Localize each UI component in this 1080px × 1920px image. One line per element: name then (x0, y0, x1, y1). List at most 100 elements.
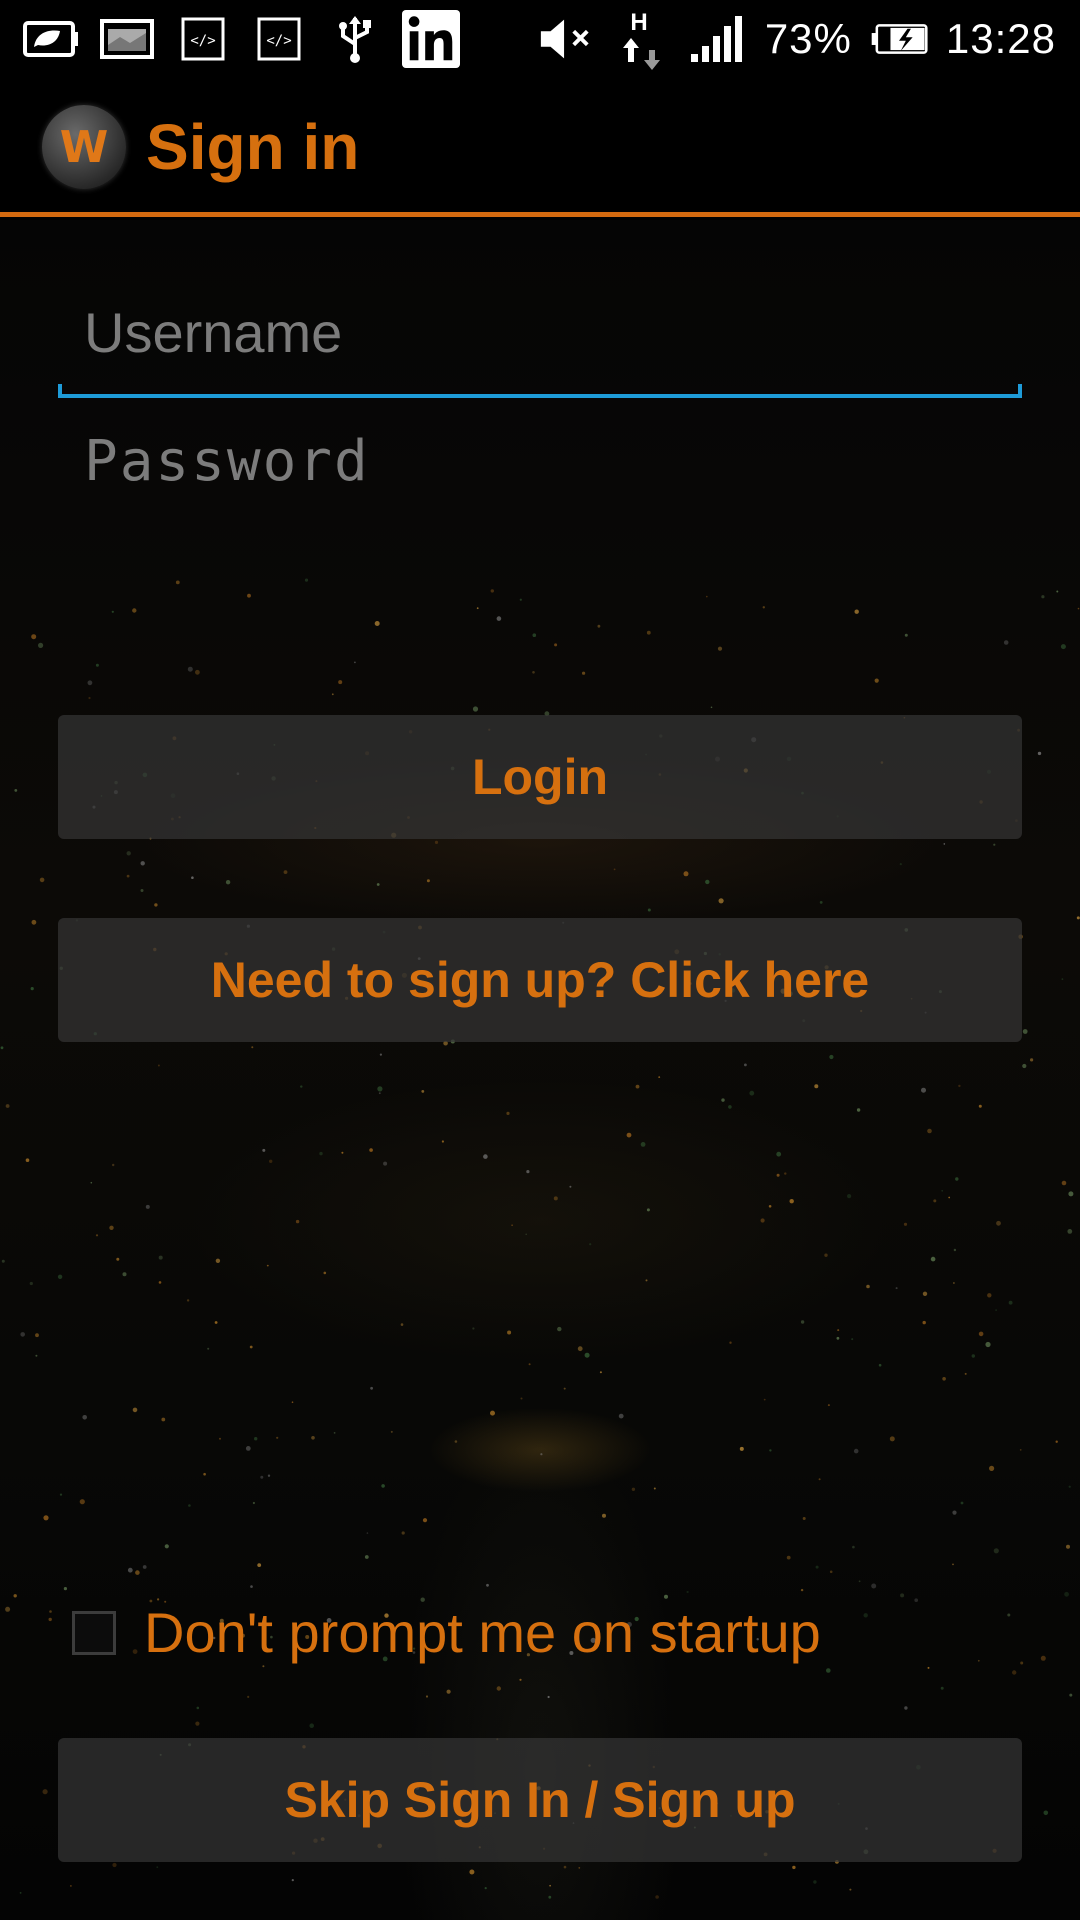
city-light-dot (1040, 1655, 1046, 1661)
city-light-dot (319, 1151, 323, 1156)
city-light-dot (175, 580, 180, 585)
city-light-dot (95, 1234, 99, 1237)
dont-prompt-row[interactable]: Don't prompt me on startup (72, 1600, 821, 1665)
city-light-dot (507, 1330, 512, 1335)
city-light-dot (852, 1545, 855, 1549)
city-light-dot (921, 1087, 926, 1093)
city-light-dot (116, 1257, 120, 1261)
city-light-dot (792, 1865, 796, 1870)
city-light-dot (196, 1706, 200, 1710)
city-light-dot (827, 1404, 830, 1407)
city-light-dot (930, 1256, 936, 1262)
city-light-dot (577, 1346, 583, 1352)
city-light-dot (90, 1181, 93, 1184)
city-light-dot (729, 1341, 732, 1344)
city-light-dot (993, 843, 996, 846)
city-light-dot (132, 1407, 138, 1413)
network-type-label: H (630, 9, 647, 36)
city-light-dot (540, 1453, 543, 1456)
city-light-dot (664, 1594, 668, 1599)
city-light-dot (1030, 1058, 1034, 1062)
city-light-dot (1056, 590, 1059, 593)
city-light-dot (496, 1686, 501, 1691)
app-logo: W (42, 105, 126, 189)
city-light-dot (647, 908, 651, 912)
city-light-dot (122, 1272, 127, 1277)
skip-signin-button[interactable]: Skip Sign In / Sign up (58, 1738, 1022, 1862)
city-light-dot (853, 1448, 859, 1454)
city-light-dot (824, 1253, 828, 1257)
city-light-dot (156, 1866, 159, 1869)
svg-text:</>: </> (190, 33, 215, 49)
city-light-dot (940, 1686, 944, 1690)
city-light-dot (219, 1437, 221, 1440)
city-light-dot (635, 1084, 640, 1089)
city-light-dot (958, 1084, 961, 1088)
city-light-dot (472, 1327, 475, 1330)
city-light-dot (948, 1196, 951, 1199)
city-light-dot (300, 1085, 303, 1088)
city-light-dot (645, 1279, 648, 1282)
username-input[interactable] (58, 300, 1022, 365)
city-light-dot (472, 706, 479, 712)
city-light-dot (960, 1501, 964, 1505)
city-light-dot (953, 1248, 957, 1252)
city-light-dot (157, 1064, 160, 1067)
city-light-dot (985, 1341, 991, 1348)
dont-prompt-label[interactable]: Don't prompt me on startup (144, 1600, 821, 1665)
city-light-dot (225, 880, 231, 885)
city-light-dot (987, 1293, 992, 1298)
action-bar: W Sign in (0, 82, 1080, 217)
city-light-dot (829, 1054, 834, 1060)
city-light-dot (20, 1332, 26, 1337)
signup-button[interactable]: Need to sign up? Click here (58, 918, 1022, 1042)
city-light-dot (854, 609, 859, 614)
city-light-dot (952, 1510, 957, 1515)
city-light-dot (1069, 1693, 1073, 1697)
city-light-dot (5, 1104, 10, 1108)
password-input[interactable] (58, 429, 1022, 494)
dont-prompt-checkbox[interactable] (72, 1610, 116, 1655)
city-light-dot (145, 1204, 150, 1209)
city-light-dot (760, 1218, 765, 1223)
city-light-dot (511, 1224, 513, 1226)
city-light-dot (548, 1895, 552, 1899)
city-light-dot (250, 1585, 253, 1588)
city-light-dot (496, 616, 502, 621)
city-light-dot (469, 1869, 475, 1875)
city-light-dot (483, 1154, 488, 1159)
city-light-dot (763, 1398, 766, 1401)
city-light-dot (57, 1274, 63, 1280)
login-button[interactable]: Login (58, 715, 1022, 839)
city-light-dot (955, 1177, 959, 1181)
city-light-dot (214, 1321, 218, 1324)
city-light-dot (776, 1151, 782, 1157)
city-light-dot (528, 1363, 531, 1366)
city-light-dot (784, 1172, 787, 1175)
city-light-dot (964, 1372, 967, 1375)
city-light-dot (188, 1504, 191, 1507)
city-light-dot (943, 843, 946, 845)
city-light-dot (856, 1108, 861, 1112)
city-light-dot (847, 1194, 852, 1199)
city-light-dot (613, 868, 616, 871)
city-light-dot (135, 1570, 140, 1575)
code-icon: </> (174, 16, 232, 62)
city-light-dot (1019, 1449, 1022, 1451)
city-light-dot (421, 1090, 425, 1093)
city-light-dot (48, 1617, 52, 1622)
city-light-dot (557, 1326, 562, 1332)
city-light-dot (646, 630, 651, 635)
city-light-dot (260, 1475, 264, 1479)
city-light-dot (132, 608, 137, 613)
city-light-dot (597, 624, 601, 628)
city-light-dot (1076, 916, 1080, 920)
city-light-dot (1068, 1485, 1071, 1488)
city-light-dot (257, 1563, 262, 1567)
city-light-dot (383, 1161, 388, 1166)
city-light-dot (484, 1887, 487, 1890)
city-light-dot (390, 1430, 393, 1433)
city-light-dot (422, 1518, 428, 1523)
city-light-dot (640, 1142, 646, 1147)
city-light-dot (789, 1199, 794, 1204)
